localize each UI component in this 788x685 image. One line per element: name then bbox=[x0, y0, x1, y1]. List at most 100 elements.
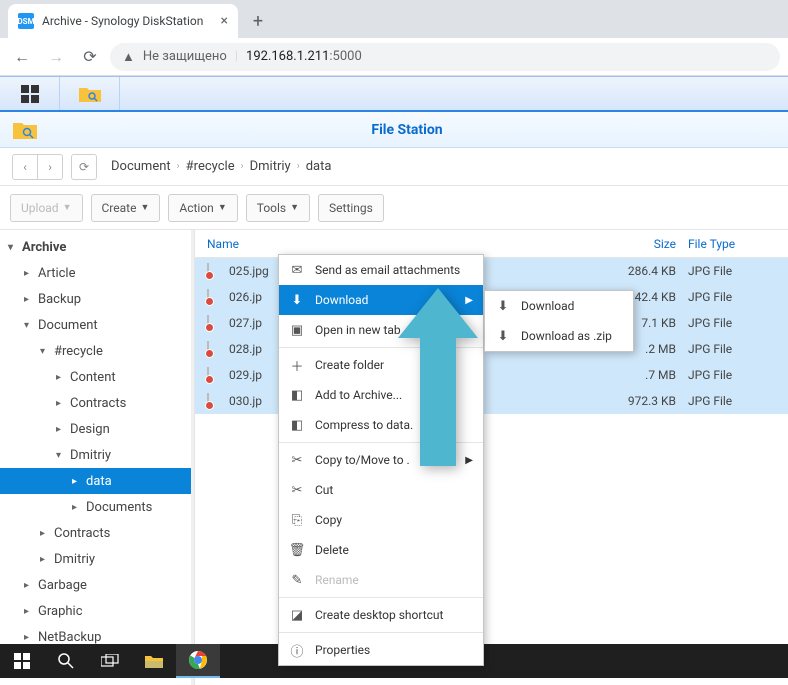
tools-button[interactable]: Tools▼ bbox=[246, 194, 310, 222]
tree-toggle-icon[interactable]: ▾ bbox=[24, 320, 34, 331]
tree-item[interactable]: ▸Contracts bbox=[0, 520, 194, 546]
close-icon[interactable]: × bbox=[221, 13, 228, 29]
task-view-button[interactable] bbox=[88, 644, 132, 678]
file-type: JPG File bbox=[688, 290, 788, 304]
context-menu-item[interactable]: ✉Send as email attachments bbox=[279, 255, 483, 285]
action-button[interactable]: Action▼ bbox=[168, 194, 237, 222]
menu-item-icon: ◪ bbox=[289, 607, 305, 623]
tree-item-label: Document bbox=[38, 318, 98, 333]
tree-toggle-icon[interactable]: ▾ bbox=[40, 346, 50, 357]
menu-item-label: Open in new tab bbox=[315, 323, 401, 337]
tree-toggle-icon[interactable]: ▸ bbox=[40, 528, 50, 539]
tree-item-label: Content bbox=[70, 370, 116, 385]
tree-item-label: Design bbox=[70, 422, 110, 437]
search-button[interactable] bbox=[44, 644, 88, 678]
history-forward-button[interactable]: › bbox=[37, 154, 63, 180]
context-menu-item[interactable]: 🗑Delete bbox=[279, 535, 483, 565]
chevron-right-icon: › bbox=[241, 161, 244, 172]
file-name: 028.jp bbox=[229, 342, 262, 356]
tree-item[interactable]: ▾Dmitriy bbox=[0, 442, 194, 468]
file-station-header: File Station bbox=[0, 112, 788, 148]
tree-item[interactable]: ▸Backup bbox=[0, 286, 194, 312]
submenu-item-label: Download bbox=[521, 299, 574, 313]
explorer-taskbar-button[interactable] bbox=[132, 644, 176, 678]
reload-button[interactable]: ⟳ bbox=[76, 43, 104, 71]
tree-toggle-icon[interactable]: ▸ bbox=[56, 398, 66, 409]
browser-tab[interactable]: DSM Archive - Synology DiskStation × bbox=[8, 4, 238, 38]
address-bar[interactable]: ▲ Не защищено | 192.168.1.211:5000 bbox=[110, 43, 780, 71]
upload-button[interactable]: Upload▼ bbox=[10, 194, 83, 222]
dsm-apps-button[interactable] bbox=[0, 77, 60, 110]
context-menu-item: ✎ Rename bbox=[279, 565, 483, 595]
settings-button[interactable]: Settings bbox=[318, 194, 384, 222]
history-back-button[interactable]: ‹ bbox=[12, 154, 38, 180]
sidebar-resizer[interactable] bbox=[191, 230, 194, 685]
menu-item-label: Copy to/Move to . bbox=[315, 453, 410, 467]
file-name: 029.jp bbox=[229, 368, 262, 382]
address-host: 192.168.1.211 bbox=[246, 49, 329, 64]
toolbar: Upload▼ Create▼ Action▼ Tools▼ Settings bbox=[0, 186, 788, 230]
dsm-file-station-button[interactable] bbox=[60, 77, 120, 110]
tree-item[interactable]: ▸Contracts bbox=[0, 390, 194, 416]
tree-item[interactable]: ▸Garbage bbox=[0, 572, 194, 598]
context-menu-item[interactable]: ⓘProperties bbox=[279, 635, 483, 665]
tree-toggle-icon[interactable]: ▸ bbox=[40, 554, 50, 565]
chrome-taskbar-button[interactable] bbox=[176, 644, 220, 678]
tree-toggle-icon[interactable]: ▸ bbox=[72, 502, 82, 513]
tree-item[interactable]: ▸data bbox=[0, 468, 194, 494]
tree-toggle-icon[interactable]: ▸ bbox=[24, 268, 34, 279]
tree-toggle-icon[interactable]: ▸ bbox=[56, 424, 66, 435]
menu-item-icon: ◧ bbox=[289, 387, 305, 403]
download-icon: ⬇ bbox=[495, 298, 511, 314]
tree-item[interactable]: ▸ Content bbox=[0, 364, 194, 390]
tree-item[interactable]: ▸ Graphic bbox=[0, 598, 194, 624]
folder-search-icon bbox=[12, 119, 38, 141]
tree-item[interactable]: ▸Article bbox=[0, 260, 194, 286]
tree-item-label: Graphic bbox=[38, 604, 83, 619]
column-type[interactable]: File Type bbox=[688, 237, 788, 251]
tree-item[interactable]: ▾ Document bbox=[0, 312, 194, 338]
tree-toggle-icon[interactable]: ▸ bbox=[24, 606, 34, 617]
tree-toggle-icon[interactable]: ▸ bbox=[56, 372, 66, 383]
tree-item[interactable]: ▸Documents bbox=[0, 494, 194, 520]
tree-item[interactable]: ▾Archive bbox=[0, 234, 194, 260]
refresh-button[interactable]: ⟳ bbox=[71, 154, 97, 180]
chrome-icon bbox=[189, 651, 207, 669]
tree-item[interactable]: ▸Dmitriy bbox=[0, 546, 194, 572]
tree-toggle-icon[interactable]: ▸ bbox=[72, 476, 82, 487]
start-button[interactable] bbox=[0, 644, 44, 678]
column-size[interactable]: Size bbox=[598, 237, 688, 251]
breadcrumb-segment[interactable]: Document bbox=[111, 159, 171, 174]
window-title: File Station bbox=[38, 122, 776, 138]
column-name[interactable]: Name bbox=[207, 237, 598, 251]
submenu-item[interactable]: ⬇ Download bbox=[485, 291, 633, 321]
new-tab-button[interactable]: + bbox=[244, 7, 272, 35]
tree-toggle-icon[interactable]: ▾ bbox=[8, 242, 18, 253]
menu-item-label: Create desktop shortcut bbox=[315, 608, 443, 622]
menu-separator bbox=[279, 632, 483, 633]
back-button[interactable]: ← bbox=[8, 43, 36, 71]
submenu-item[interactable]: ⬇Download as .zip bbox=[485, 321, 633, 351]
breadcrumb-segment[interactable]: #recycle bbox=[186, 159, 235, 174]
image-file-icon bbox=[207, 264, 223, 278]
menu-item-icon: ✎ bbox=[289, 572, 305, 588]
forward-button[interactable]: → bbox=[42, 43, 70, 71]
breadcrumb-segment[interactable]: Dmitriy bbox=[250, 159, 291, 174]
tree-toggle-icon[interactable]: ▸ bbox=[24, 632, 34, 643]
tree-item[interactable]: ▾#recycle bbox=[0, 338, 194, 364]
security-text: Не защищено bbox=[143, 49, 227, 64]
menu-item-label: Rename bbox=[315, 573, 359, 587]
tree-toggle-icon[interactable]: ▸ bbox=[24, 580, 34, 591]
task-view-icon bbox=[101, 654, 119, 668]
menu-item-label: Cut bbox=[315, 483, 333, 497]
context-menu-item[interactable]: ◪ Create desktop shortcut bbox=[279, 600, 483, 630]
context-menu-item[interactable]: ⎘Copy bbox=[279, 505, 483, 535]
context-menu-item[interactable]: ✂Cut bbox=[279, 475, 483, 505]
create-button[interactable]: Create▼ bbox=[91, 194, 161, 222]
breadcrumb-segment[interactable]: data bbox=[306, 159, 332, 174]
tree-toggle-icon[interactable]: ▸ bbox=[24, 294, 34, 305]
menu-item-label: Copy bbox=[315, 513, 342, 527]
tree-item[interactable]: ▸ Design bbox=[0, 416, 194, 442]
tree-toggle-icon[interactable]: ▾ bbox=[56, 450, 66, 461]
file-type: JPG File bbox=[688, 368, 788, 382]
